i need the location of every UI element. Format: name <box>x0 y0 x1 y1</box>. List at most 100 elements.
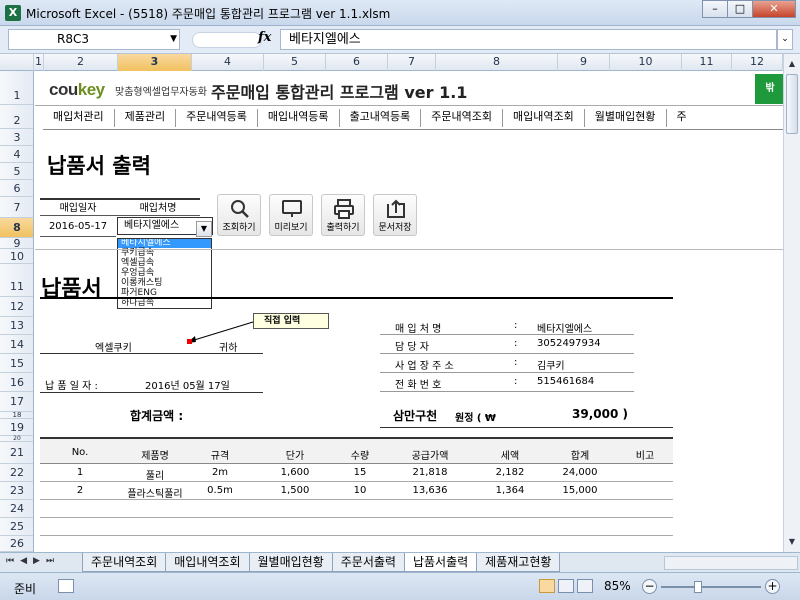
zoom-in-icon[interactable]: + <box>765 579 780 594</box>
horizontal-scrollbar[interactable] <box>664 556 798 570</box>
row-header[interactable]: 22 <box>0 464 33 482</box>
tab-navigation-icons[interactable]: ⏮◀▶⏭ <box>6 556 60 566</box>
preview-button[interactable]: 미리보기 <box>269 194 313 236</box>
fx-icon[interactable]: fx <box>258 30 271 45</box>
menu-monthly-purchase[interactable]: 월별매입현황 <box>585 109 667 127</box>
column-header[interactable]: 4 <box>192 54 264 71</box>
scroll-thumb[interactable] <box>786 74 798 134</box>
column-header[interactable]: 1 <box>34 54 44 71</box>
row-header[interactable]: 17 <box>0 392 33 412</box>
normal-view-icon[interactable] <box>539 579 555 593</box>
page-layout-view-icon[interactable] <box>558 579 574 593</box>
zoom-out-icon[interactable]: − <box>642 579 657 594</box>
date-value[interactable]: 2016-05-17 <box>40 217 116 237</box>
column-header[interactable]: 8 <box>436 54 558 71</box>
row-header[interactable]: 25 <box>0 518 33 536</box>
table-row[interactable]: 1 풀리 2m 1,600 15 21,818 2,182 24,000 <box>40 464 673 482</box>
search-button[interactable]: 조회하기 <box>217 194 261 236</box>
dropdown-option[interactable]: 쿠키급속 <box>118 249 211 258</box>
row-header[interactable]: 2 <box>0 105 33 129</box>
column-label: No. <box>71 447 89 458</box>
scroll-up-icon[interactable]: ▲ <box>785 56 799 72</box>
print-button[interactable]: 출력하기 <box>321 194 365 236</box>
tab-purchase-lookup[interactable]: 매입내역조회 <box>165 553 250 572</box>
row-header[interactable]: 13 <box>0 317 33 335</box>
row-header[interactable]: 23 <box>0 482 33 500</box>
dropdown-option[interactable]: 우엉급속 <box>118 269 211 278</box>
formula-input[interactable]: 베타지엘에스 <box>280 29 777 50</box>
column-header[interactable]: 12 <box>732 54 783 71</box>
dropdown-option[interactable]: 하나급속 <box>118 299 211 308</box>
column-header[interactable]: 11 <box>682 54 732 71</box>
column-header[interactable]: 2 <box>44 54 118 71</box>
worksheet[interactable]: coukey 맞춤형엑셀업무자동화 주문매입 통합관리 프로그램 ver 1.1… <box>35 71 783 552</box>
row-header[interactable]: 24 <box>0 500 33 518</box>
dropdown-option[interactable]: 엑셀급속 <box>118 259 211 268</box>
column-header[interactable]: 9 <box>558 54 610 71</box>
menu-more[interactable]: 주 <box>667 109 697 127</box>
zoom-slider[interactable] <box>661 586 761 588</box>
dropdown-option[interactable]: 이롱캐스팅 <box>118 279 211 288</box>
row-header[interactable]: 15 <box>0 354 33 373</box>
row-header[interactable]: 4 <box>0 146 33 163</box>
row-header[interactable]: 26 <box>0 536 33 552</box>
excel-icon[interactable]: X <box>5 5 21 21</box>
table-row[interactable] <box>40 500 673 518</box>
cell: 2,182 <box>495 467 525 478</box>
menu-vendor-management[interactable]: 매입처관리 <box>43 109 115 127</box>
row-header[interactable]: 3 <box>0 129 33 146</box>
row-header-selected[interactable]: 8 <box>0 218 33 238</box>
chevron-down-icon[interactable]: ⌄ <box>777 29 793 50</box>
table-row[interactable] <box>40 518 673 536</box>
save-document-button[interactable]: 문서저장 <box>373 194 417 236</box>
menu-order-lookup[interactable]: 주문내역조회 <box>421 109 504 127</box>
tab-inventory[interactable]: 제품재고현황 <box>476 553 561 572</box>
page-break-view-icon[interactable] <box>577 579 593 593</box>
row-header[interactable]: 9 <box>0 238 33 249</box>
green-action-button[interactable]: 밖 <box>755 74 783 104</box>
close-button[interactable]: ✕ <box>752 0 796 18</box>
row-header[interactable]: 6 <box>0 180 33 197</box>
zoom-level[interactable]: 85% <box>604 579 631 593</box>
row-header[interactable]: 21 <box>0 442 33 464</box>
row-header[interactable]: 5 <box>0 163 33 180</box>
dropdown-option[interactable]: 베타지엘에스 <box>118 239 211 248</box>
menu-purchase-lookup[interactable]: 매입내역조회 <box>503 109 585 127</box>
column-label: 단가 <box>285 451 305 462</box>
row-header[interactable]: 1 <box>0 71 33 105</box>
chevron-down-icon[interactable]: ▼ <box>170 30 177 49</box>
row-header[interactable]: 16 <box>0 373 33 392</box>
maximize-button[interactable]: □ <box>727 0 753 18</box>
zoom-slider-thumb[interactable] <box>694 581 702 593</box>
tab-monthly-purchase[interactable]: 월별매입현황 <box>248 553 333 572</box>
select-all-corner[interactable] <box>0 54 34 71</box>
chevron-down-icon[interactable]: ▼ <box>196 221 212 237</box>
row-header[interactable]: 11 <box>0 264 33 297</box>
name-box[interactable]: R8C3 ▼ <box>8 29 180 50</box>
table-row[interactable]: 2 플라스틱풀리 0.5m 1,500 10 13,636 1,364 15,0… <box>40 482 673 500</box>
scroll-down-icon[interactable]: ▼ <box>785 534 799 550</box>
column-header[interactable]: 10 <box>610 54 682 71</box>
row-header[interactable]: 18 <box>0 412 33 419</box>
monitor-icon <box>282 200 302 217</box>
column-header-selected[interactable]: 3 <box>118 54 192 71</box>
row-header[interactable]: 12 <box>0 297 33 317</box>
row-header[interactable]: 7 <box>0 197 33 218</box>
menu-shipment-entry[interactable]: 출고내역등록 <box>340 109 422 127</box>
column-header[interactable]: 5 <box>264 54 326 71</box>
tab-delivery-print[interactable]: 납품서출력 <box>403 553 478 572</box>
formula-expand-handle[interactable] <box>192 32 262 48</box>
menu-product-management[interactable]: 제품관리 <box>115 109 177 127</box>
row-header[interactable]: 10 <box>0 249 33 264</box>
menu-purchase-entry[interactable]: 매입내역등록 <box>258 109 340 127</box>
vertical-scrollbar[interactable]: ▲ ▼ <box>783 54 800 552</box>
column-header[interactable]: 7 <box>388 54 436 71</box>
minimize-button[interactable]: – <box>702 0 728 18</box>
row-header[interactable]: 14 <box>0 335 33 354</box>
row-header[interactable]: 19 <box>0 419 33 436</box>
menu-order-entry[interactable]: 주문내역등록 <box>176 109 258 127</box>
macro-record-icon[interactable] <box>58 579 74 593</box>
tab-order-lookup[interactable]: 주문내역조회 <box>82 553 167 572</box>
tab-order-print[interactable]: 주문서출력 <box>331 553 405 572</box>
column-header[interactable]: 6 <box>326 54 388 71</box>
